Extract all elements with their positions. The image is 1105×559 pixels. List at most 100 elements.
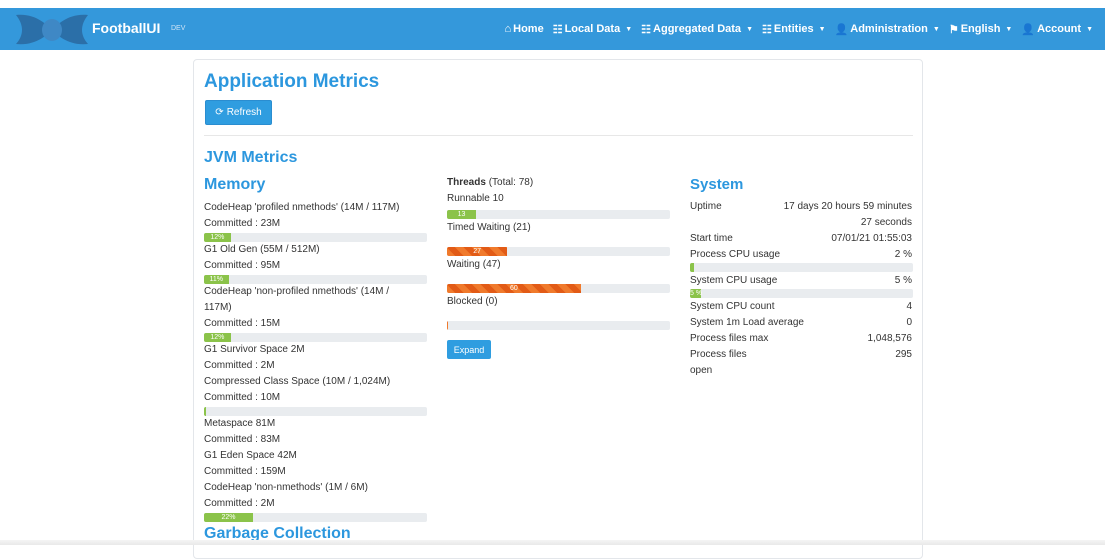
user-icon: 👤: [1021, 23, 1036, 36]
chevron-down-icon: ▼: [1005, 25, 1013, 33]
thread-state-label: Blocked (0): [447, 296, 498, 307]
process-cpu-label: Process CPU usage: [690, 249, 781, 260]
process-cpu-bar-fill: [690, 263, 695, 272]
memory-usage-bar: [204, 407, 427, 416]
memory-pool-name: G1 Old Gen (55M / 512M): [204, 244, 320, 255]
thread-state-bar: [447, 321, 670, 330]
uptime-value: 17 days 20 hours 59 minutes: [783, 201, 912, 212]
thread-state-label: Timed Waiting (21): [447, 222, 531, 233]
memory-usage-bar-fill: 12%: [204, 233, 231, 242]
nav-item-label: Account: [1037, 23, 1082, 35]
user-plus-icon: 👤: [834, 23, 849, 36]
divider: [204, 135, 913, 136]
cpu-count-value: 4: [906, 301, 912, 312]
memory-pool-name: G1 Eden Space 42M: [204, 450, 297, 461]
system-title: System: [690, 176, 744, 193]
files-max-label: Process files max: [690, 333, 769, 344]
threads-runnable: Runnable 10: [447, 193, 504, 204]
football-logo-icon[interactable]: [16, 13, 88, 46]
threads-heading: Threads (Total: 78): [447, 177, 533, 188]
system-cpu-bar-fill: 5 %: [690, 289, 703, 298]
list-icon: ☷: [552, 23, 563, 36]
flag-icon: ⚑: [948, 23, 959, 36]
thread-state-bar-fill: 13: [447, 210, 476, 219]
memory-pool-committed: Committed : 10M: [204, 392, 281, 403]
main-nav: ⌂ Home ☷ Local Data ▼ ☷ Aggregated Data ▼ ☷ Entit…: [504, 8, 1093, 50]
jvm-metrics-title: JVM Metrics: [204, 149, 298, 166]
nav-item-administration[interactable]: 👤 Administration ▼: [835, 23, 940, 36]
nav-item-label: Administration: [850, 23, 928, 35]
files-open-value: 295: [895, 349, 912, 360]
chevron-down-icon: ▼: [625, 25, 633, 33]
nav-item-home[interactable]: ⌂ Home: [504, 23, 543, 35]
uptime-value-cont: 27 seconds: [860, 217, 912, 228]
memory-pool-committed: Committed : 95M: [204, 260, 281, 271]
memory-usage-bar-fill: 12%: [204, 333, 231, 342]
expand-button[interactable]: Expand: [447, 340, 491, 359]
memory-pool-committed: Committed : 15M: [204, 318, 281, 329]
files-open-label-cont: open: [690, 365, 713, 376]
nav-item-local-data[interactable]: ☷ Local Data ▼: [553, 23, 632, 36]
process-cpu-bar: [690, 263, 913, 272]
memory-pool-committed: Committed : 2M: [204, 498, 275, 509]
nav-item-label: Local Data: [564, 23, 621, 35]
page-title: Application Metrics: [204, 71, 380, 92]
nav-item-english[interactable]: ⚑ English ▼: [949, 23, 1013, 36]
chevron-down-icon: ▼: [746, 25, 753, 33]
load-average-label: System 1m Load average: [690, 317, 804, 328]
nav-item-label: Home: [513, 23, 544, 35]
refresh-label: Refresh: [226, 107, 262, 118]
refresh-icon: ⟳: [215, 107, 224, 118]
memory-usage-bar: 22%: [204, 513, 427, 522]
system-cpu-label: System CPU usage: [690, 275, 778, 286]
thread-state-bar: 60: [447, 284, 670, 293]
memory-pool-name: CodeHeap 'non-nmethods' (1M / 6M): [204, 482, 368, 493]
memory-pool-committed: Committed : 23M: [204, 218, 281, 229]
chevron-down-icon: ▼: [1086, 25, 1093, 33]
memory-pool-name: Metaspace 81M: [204, 418, 276, 429]
cpu-count-label: System CPU count: [690, 301, 775, 312]
memory-pool-committed: Committed : 2M: [204, 360, 275, 371]
files-max-value: 1,048,576: [867, 333, 913, 344]
navbar: FootballUI DEV ⌂ Home ☷ Local Data ▼ ☷ Aggrega…: [0, 8, 1105, 50]
memory-usage-bar-fill: 11%: [204, 275, 229, 284]
memory-pool-committed: Committed : 159M: [204, 466, 286, 477]
nav-item-account[interactable]: 👤 Account ▼: [1021, 23, 1093, 36]
chevron-down-icon: ▼: [932, 25, 940, 33]
chevron-down-icon: ▼: [818, 25, 826, 33]
system-cpu-value: 5 %: [894, 275, 912, 286]
thread-state-bar: 13: [447, 210, 670, 219]
thread-state-bar-fill: [447, 321, 449, 330]
load-average-value: 0: [906, 317, 912, 328]
process-cpu-value: 2 %: [894, 249, 912, 260]
memory-pool-name: CodeHeap 'non-profiled nmethods' (14M /: [204, 286, 390, 297]
memory-pool-name: CodeHeap 'profiled nmethods' (14M / 117M…: [204, 202, 400, 213]
nav-item-label: Entities: [773, 23, 814, 35]
home-icon: ⌂: [504, 23, 512, 35]
memory-usage-bar: 11%: [204, 275, 427, 284]
refresh-button[interactable]: ⟳ Refresh: [205, 100, 272, 125]
metrics-card: Application Metrics ⟳ Refresh JVM Metric…: [193, 59, 923, 559]
thread-state-bar: 27: [447, 247, 670, 256]
nav-item-aggregated-data[interactable]: ☷ Aggregated Data ▼: [641, 23, 753, 36]
memory-usage-bar: 12%: [204, 333, 427, 342]
system-cpu-bar: 5 %: [690, 289, 913, 298]
start-time-label: Start time: [690, 233, 733, 244]
env-badge: DEV: [171, 25, 186, 32]
nav-item-entities[interactable]: ☷ Entities ▼: [762, 23, 826, 36]
memory-usage-bar: 12%: [204, 233, 427, 242]
uptime-label: Uptime: [690, 201, 722, 212]
thread-state-bar-fill: 27: [447, 247, 508, 256]
nav-item-label: English: [960, 23, 1001, 35]
files-open-label: Process files: [690, 349, 747, 360]
thread-state-label: Waiting (47): [447, 259, 501, 270]
nav-item-label: Aggregated Data: [653, 23, 742, 35]
brand-name[interactable]: FootballUI: [92, 20, 160, 36]
memory-usage-bar-fill: 22%: [204, 513, 254, 522]
threads-total: (Total: 78): [488, 177, 534, 188]
start-time-value: 07/01/21 01:55:03: [831, 233, 912, 244]
memory-title: Memory: [204, 176, 266, 193]
memory-pool-name: G1 Survivor Space 2M: [204, 344, 305, 355]
list-icon: ☷: [762, 23, 772, 36]
page-bottom-shadow: [0, 540, 1105, 545]
